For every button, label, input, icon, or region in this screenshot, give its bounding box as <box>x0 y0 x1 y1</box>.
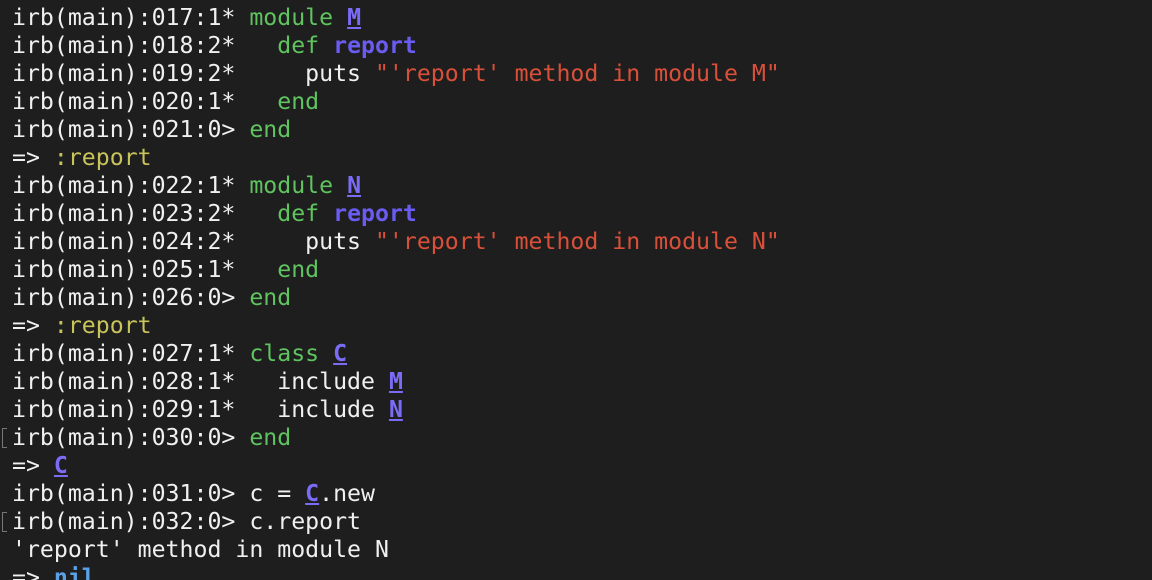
terminal-line: => :report <box>12 312 1152 340</box>
keyword: class <box>249 340 320 367</box>
code-text: puts <box>249 60 375 87</box>
code-text: include <box>249 368 389 395</box>
result-arrow: => <box>12 144 54 171</box>
terminal-line: irb(main):017:1* module M <box>12 4 1152 32</box>
terminal-line: irb(main):030:0> end <box>2 424 1152 452</box>
program-output: 'report' method in module N <box>12 536 389 563</box>
keyword: end <box>249 284 292 311</box>
keyword: end <box>249 424 292 451</box>
irb-prompt: irb(main):019:2* <box>12 60 250 87</box>
irb-prompt: irb(main):031:0> <box>12 480 250 507</box>
irb-prompt: irb(main):028:1* <box>12 368 250 395</box>
irb-prompt: irb(main):022:1* <box>12 172 250 199</box>
irb-prompt: irb(main):021:0> <box>12 116 250 143</box>
irb-prompt: irb(main):020:1* <box>12 88 250 115</box>
mark-bracket-icon <box>2 428 7 448</box>
terminal-line: irb(main):024:2* puts "'report' method i… <box>12 228 1152 256</box>
constant: M <box>347 4 362 31</box>
nil-value: nil <box>53 564 96 580</box>
symbol-value: :report <box>53 144 152 171</box>
result-arrow: => <box>12 312 54 339</box>
keyword: end <box>249 116 292 143</box>
terminal-line: => C <box>12 452 1152 480</box>
keyword: end <box>249 88 320 115</box>
keyword: module <box>249 172 334 199</box>
terminal-line: irb(main):019:2* puts "'report' method i… <box>12 60 1152 88</box>
irb-prompt: irb(main):018:2* <box>12 32 250 59</box>
irb-prompt: irb(main):017:1* <box>12 4 250 31</box>
terminal-line: irb(main):025:1* end <box>12 256 1152 284</box>
code-text: c = <box>249 480 306 507</box>
mark-bracket-icon <box>2 512 7 532</box>
string-literal: "'report' method in module N" <box>374 228 780 255</box>
string-literal: "'report' method in module M" <box>374 60 780 87</box>
result-arrow: => <box>12 564 54 580</box>
method-name: report <box>333 200 417 227</box>
result-arrow: => <box>12 452 54 479</box>
constant: M <box>388 368 403 395</box>
terminal-line: irb(main):028:1* include M <box>12 368 1152 396</box>
irb-prompt: irb(main):029:1* <box>12 396 250 423</box>
irb-prompt: irb(main):032:0> <box>12 508 250 535</box>
terminal-line: irb(main):020:1* end <box>12 88 1152 116</box>
code-text: include <box>249 396 389 423</box>
constant: C <box>53 452 68 479</box>
code-text: puts <box>249 228 375 255</box>
terminal-line: irb(main):021:0> end <box>12 116 1152 144</box>
terminal-line: 'report' method in module N <box>12 536 1152 564</box>
keyword: def <box>249 32 320 59</box>
keyword: end <box>249 256 320 283</box>
method-name: report <box>333 32 417 59</box>
terminal-line: => :report <box>12 144 1152 172</box>
terminal-line: irb(main):029:1* include N <box>12 396 1152 424</box>
irb-prompt: irb(main):025:1* <box>12 256 250 283</box>
keyword: def <box>249 200 320 227</box>
terminal-line: irb(main):022:1* module N <box>12 172 1152 200</box>
terminal-line: irb(main):032:0> c.report <box>2 508 1152 536</box>
constant: N <box>388 396 403 423</box>
terminal-window[interactable]: irb(main):017:1* module M irb(main):018:… <box>0 0 1152 580</box>
keyword: module <box>249 4 334 31</box>
constant: C <box>333 340 348 367</box>
irb-prompt: irb(main):024:2* <box>12 228 250 255</box>
constant: C <box>305 480 320 507</box>
terminal-line: irb(main):026:0> end <box>12 284 1152 312</box>
terminal-line: irb(main):023:2* def report <box>12 200 1152 228</box>
irb-prompt: irb(main):023:2* <box>12 200 250 227</box>
terminal-line: => nil <box>12 564 1152 580</box>
terminal-line: irb(main):018:2* def report <box>12 32 1152 60</box>
symbol-value: :report <box>53 312 152 339</box>
irb-prompt: irb(main):026:0> <box>12 284 250 311</box>
code-text: c.report <box>249 508 362 535</box>
irb-prompt: irb(main):030:0> <box>12 424 250 451</box>
terminal-line: irb(main):031:0> c = C.new <box>12 480 1152 508</box>
irb-prompt: irb(main):027:1* <box>12 340 250 367</box>
constant: N <box>347 172 362 199</box>
code-text: .new <box>319 480 375 507</box>
terminal-line: irb(main):027:1* class C <box>12 340 1152 368</box>
